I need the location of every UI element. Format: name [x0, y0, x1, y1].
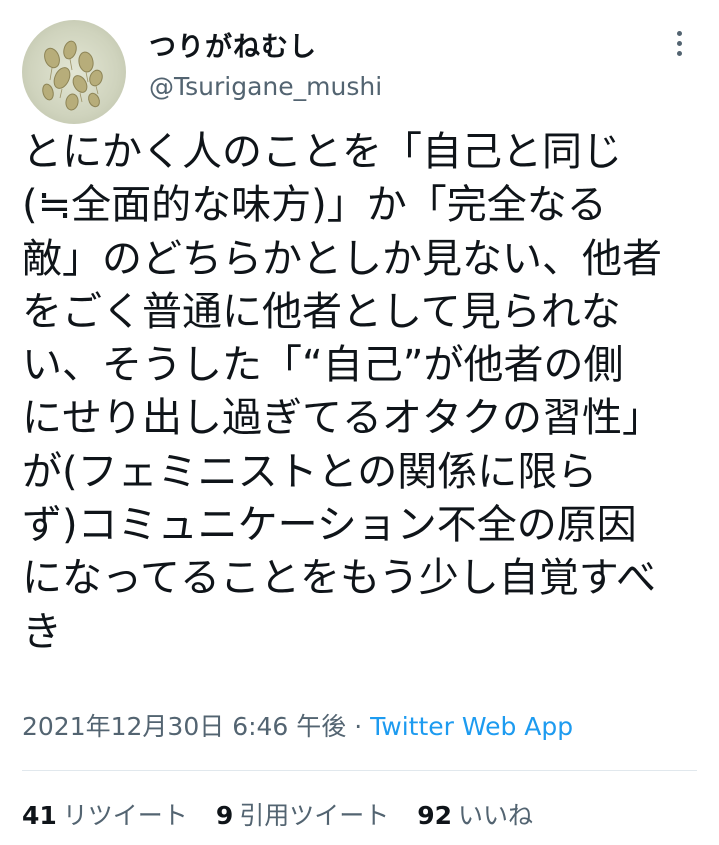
retweet-label: リツイート	[62, 801, 188, 830]
tweet-text-line: になってることをもう少し自覚すべ	[22, 555, 656, 602]
display-name[interactable]: つりがねむし	[149, 25, 317, 64]
timestamp[interactable]: 2021年12月30日 6:46 午後	[22, 712, 346, 741]
tweet-text-line: をごく普通に他者として見られな	[22, 288, 621, 335]
divider	[22, 770, 697, 771]
tweet-text-line: が(フェミニストとの関係に限ら	[22, 448, 598, 495]
dot	[676, 50, 682, 56]
tweet-text-line: にせり出し過ぎてるオタクの習性」	[22, 395, 662, 442]
dot	[676, 40, 682, 46]
avatar[interactable]	[22, 20, 126, 124]
tweet-text-line: 敵」のどちらかとしか見ない、他者	[22, 235, 662, 282]
tweet-text-line: ず)コミュニケーション不全の原因	[22, 502, 637, 549]
avatar-image	[42, 40, 103, 111]
tweet-text-line: き	[22, 608, 62, 655]
separator: ·	[346, 712, 371, 741]
retweets-stat[interactable]: 41 リツイート	[22, 796, 188, 832]
quotes-stat[interactable]: 9 引用ツイート	[216, 796, 389, 832]
source-link[interactable]: Twitter Web App	[370, 712, 573, 741]
dot	[676, 30, 682, 36]
like-label: いいね	[458, 801, 534, 830]
like-count: 92	[417, 801, 453, 830]
user-handle[interactable]: @Tsurigane_mushi	[149, 72, 382, 101]
retweet-count: 41	[22, 801, 57, 830]
tweet-meta: 2021年12月30日 6:46 午後 · Twitter Web App	[22, 707, 573, 743]
tweet-text: とにかく人のことを「自己と同じ (≒全面的な味方)」か「完全なる 敵」のどちらか…	[22, 126, 702, 659]
tweet-text-line: (≒全面的な味方)」か「完全なる	[22, 182, 607, 229]
likes-stat[interactable]: 92 いいね	[417, 796, 533, 832]
quote-label: 引用ツイート	[239, 801, 390, 830]
more-vertical-icon[interactable]	[664, 26, 694, 60]
quote-count: 9	[215, 801, 234, 830]
tweet-text-line: とにかく人のことを「自己と同じ	[22, 129, 622, 175]
tweet-text-line: い、そうした「“自己”が他者の側	[22, 342, 624, 389]
tweet-stats: 41 リツイート 9 引用ツイート 92 いいね	[22, 796, 561, 832]
